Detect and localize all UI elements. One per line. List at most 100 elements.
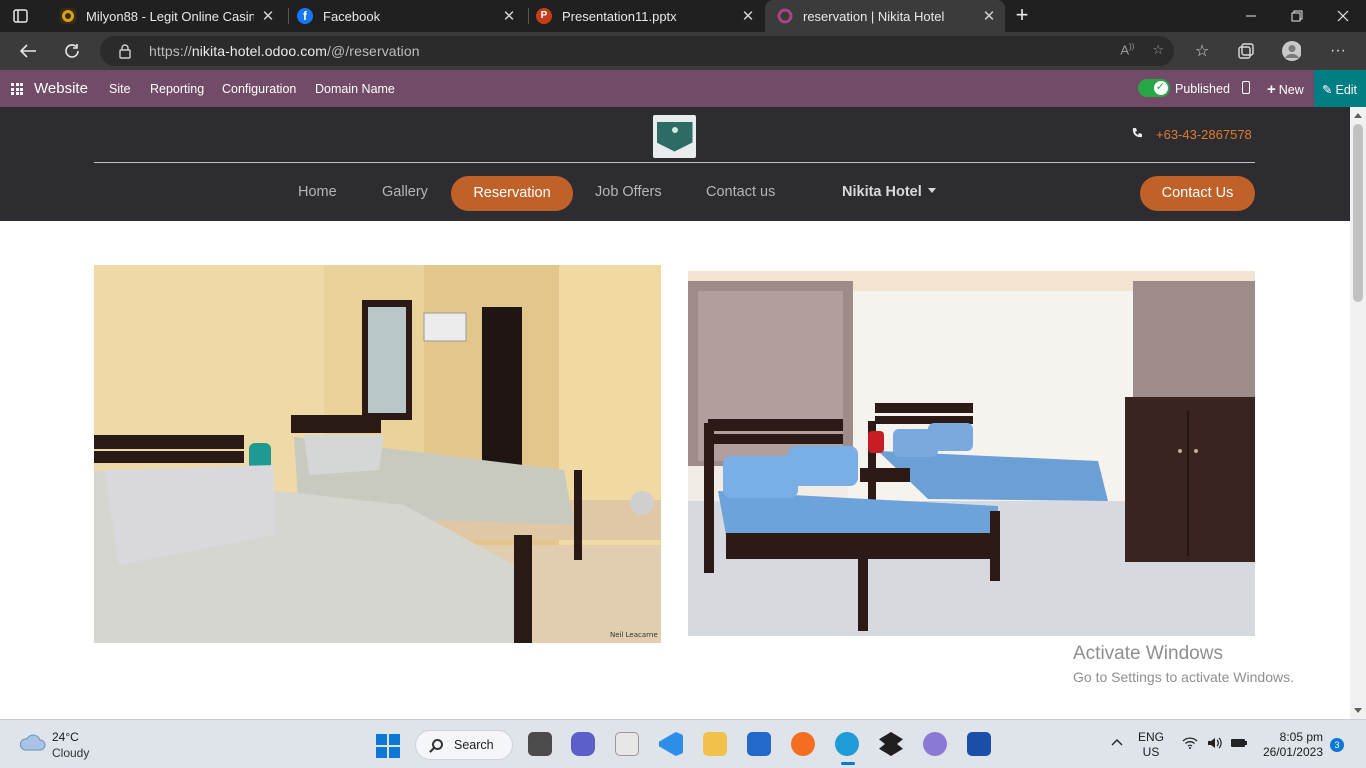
profile-avatar-icon[interactable]: [1281, 41, 1301, 61]
odoo-app-name[interactable]: Website: [34, 80, 88, 97]
edge-browser-icon[interactable]: [835, 732, 859, 765]
published-toggle[interactable]: ✓: [1138, 79, 1170, 97]
close-tab-icon[interactable]: ✕: [740, 7, 756, 25]
notification-badge[interactable]: 3: [1330, 738, 1344, 752]
menu-site[interactable]: Site: [109, 82, 131, 96]
teams-chat-icon[interactable]: [571, 732, 595, 756]
tab-casino[interactable]: Milyon88 - Legit Online Casino P ✕: [56, 0, 284, 32]
url-domain: nikita-hotel.odoo.com: [191, 43, 328, 59]
lock-icon: [118, 43, 132, 59]
activate-windows-title: Activate Windows: [1073, 643, 1223, 664]
phone-number[interactable]: +63-43-2867578: [1156, 127, 1252, 142]
tab-powerpoint[interactable]: P Presentation11.pptx ✕: [536, 0, 764, 32]
clock-time: 8:05 pm: [1279, 730, 1323, 744]
more-options-icon[interactable]: ···: [1328, 41, 1348, 61]
menu-reporting[interactable]: Reporting: [150, 82, 204, 96]
language-indicator[interactable]: ENG US: [1138, 730, 1164, 760]
apps-grid-icon[interactable]: [11, 83, 23, 95]
read-aloud-icon[interactable]: A)): [1120, 42, 1134, 58]
word-app-icon[interactable]: [967, 732, 991, 756]
menu-configuration[interactable]: Configuration: [222, 82, 296, 96]
tab-title: reservation | Nikita Hotel: [803, 8, 945, 24]
system-clock[interactable]: 8:05 pm 26/01/2023: [1258, 730, 1323, 760]
nav-home[interactable]: Home: [298, 184, 337, 200]
cloud-icon: [19, 734, 46, 751]
taskbar-search-button[interactable]: Search: [415, 730, 513, 760]
menu-domain-name[interactable]: Domain Name: [315, 82, 395, 96]
file-explorer-icon[interactable]: [703, 732, 727, 756]
edit-button[interactable]: ✎ Edit: [1314, 70, 1366, 107]
hotel-logo[interactable]: [653, 115, 696, 158]
tab-facebook[interactable]: f Facebook ✕: [297, 0, 525, 32]
scroll-down-arrow-icon[interactable]: [1354, 708, 1362, 713]
plus-icon: +: [1267, 81, 1276, 98]
close-tab-icon[interactable]: ✕: [501, 7, 517, 25]
nav-reservation[interactable]: Reservation: [451, 176, 573, 211]
tab-divider: [528, 8, 529, 24]
close-window-icon[interactable]: [1320, 0, 1366, 32]
weather-temperature: 24°C: [52, 730, 79, 744]
close-tab-icon[interactable]: ✕: [981, 7, 997, 25]
add-favorite-icon[interactable]: ☆: [1152, 42, 1164, 58]
collections-icon[interactable]: [1236, 41, 1256, 61]
wifi-icon[interactable]: [1182, 737, 1198, 753]
battery-icon[interactable]: [1230, 737, 1248, 753]
language-line-1: ENG: [1138, 730, 1165, 744]
weather-widget[interactable]: 24°C Cloudy: [18, 730, 89, 760]
new-button-label: New: [1278, 83, 1304, 97]
nav-job-offers[interactable]: Job Offers: [595, 184, 662, 200]
back-icon[interactable]: [15, 39, 41, 63]
scrollbar-thumb[interactable]: [1353, 124, 1363, 302]
tab-title: Presentation11.pptx: [562, 8, 677, 24]
site-header: +63-43-2867578 Home Gallery Reservation …: [0, 107, 1350, 221]
taskbar-search-label: Search: [454, 738, 494, 752]
dropbox-icon[interactable]: [879, 732, 903, 756]
new-button[interactable]: + New: [1267, 81, 1304, 98]
company-dropdown-label: Nikita Hotel: [842, 184, 922, 200]
task-view-icon[interactable]: [528, 732, 552, 756]
nav-gallery[interactable]: Gallery: [382, 184, 428, 200]
scroll-up-arrow-icon[interactable]: [1354, 113, 1362, 118]
url-prefix: https://: [149, 43, 192, 59]
tab-actions-icon[interactable]: [12, 7, 30, 25]
tab-reservation[interactable]: reservation | Nikita Hotel ✕: [765, 0, 1005, 32]
minimize-icon[interactable]: [1228, 0, 1274, 32]
caret-down-icon: [927, 188, 936, 193]
restore-icon[interactable]: [1274, 0, 1320, 32]
address-bar[interactable]: https://nikita-hotel.odoo.com/@/reservat…: [100, 36, 1174, 66]
page-scrollbar[interactable]: [1350, 107, 1366, 719]
firefox-icon[interactable]: [791, 732, 815, 756]
photo-watermark: Neil Leacarne: [610, 631, 658, 639]
tab-title: Milyon88 - Legit Online Casino P: [86, 8, 254, 24]
odoo-favicon-icon: [777, 8, 793, 24]
powerpoint-favicon-icon: P: [536, 8, 552, 24]
show-hidden-icons-chevron-icon[interactable]: [1110, 736, 1124, 751]
new-tab-button[interactable]: +: [1012, 4, 1032, 28]
windows-start-icon[interactable]: [376, 734, 400, 758]
url-path: /@/reservation: [327, 43, 420, 59]
vscode-icon[interactable]: [659, 732, 683, 756]
favorites-icon[interactable]: ☆: [1192, 41, 1212, 61]
browser-toolbar: https://nikita-hotel.odoo.com/@/reservat…: [0, 32, 1366, 70]
refresh-icon[interactable]: [59, 39, 85, 63]
microsoft-store-icon[interactable]: [747, 732, 771, 756]
published-label: Published: [1175, 82, 1230, 96]
clock-date: 26/01/2023: [1262, 745, 1323, 759]
mobile-preview-icon[interactable]: [1242, 81, 1250, 94]
company-dropdown[interactable]: Nikita Hotel: [842, 184, 936, 200]
volume-icon[interactable]: [1207, 737, 1223, 753]
copilot-icon[interactable]: [923, 732, 947, 756]
check-icon: ✓: [1155, 81, 1165, 93]
browser-tab-strip: Milyon88 - Legit Online Casino P ✕ f Fac…: [0, 0, 1366, 32]
phone-icon: [1131, 127, 1143, 142]
contact-us-button[interactable]: Contact Us: [1140, 176, 1255, 211]
activate-windows-subtitle: Go to Settings to activate Windows.: [1073, 669, 1294, 685]
tab-title: Facebook: [323, 8, 381, 24]
url-text: https://nikita-hotel.odoo.com/@/reservat…: [149, 43, 420, 59]
close-tab-icon[interactable]: ✕: [260, 7, 276, 25]
amazon-app-icon[interactable]: [615, 732, 639, 756]
casino-favicon-icon: [60, 8, 76, 24]
weather-description: Cloudy: [52, 746, 90, 760]
nav-contact-us[interactable]: Contact us: [706, 184, 775, 200]
pencil-icon: ✎: [1322, 83, 1333, 97]
